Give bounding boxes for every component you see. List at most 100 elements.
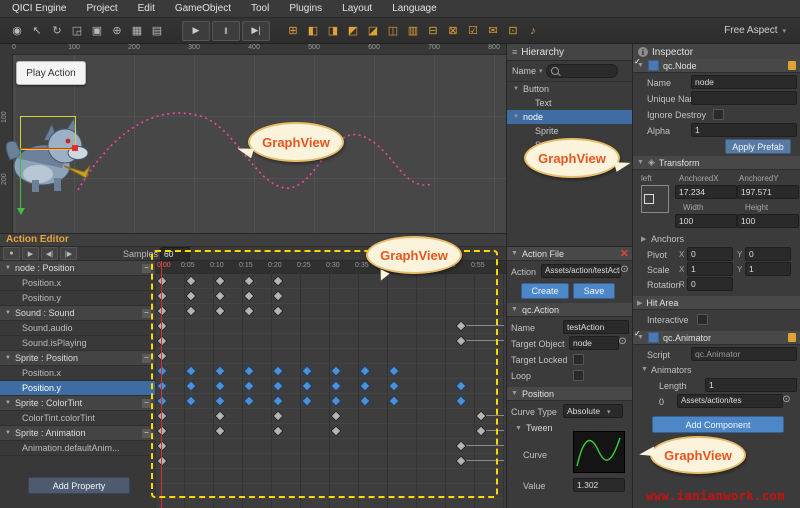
apply-prefab-button[interactable]: Apply Prefab [725, 139, 791, 154]
hit-area-header[interactable]: ▶ Hit Area [633, 296, 800, 310]
track-sprite-position[interactable]: ▼Sprite : Position− [0, 351, 155, 366]
object-picker-icon[interactable]: ⊙ [781, 394, 792, 405]
track-sound-sound[interactable]: ▼Sound : Sound− [0, 306, 155, 321]
search-input[interactable] [546, 64, 618, 78]
keyframe[interactable] [388, 380, 399, 391]
chevron-down-icon[interactable]: ▼ [641, 366, 648, 373]
pivot-y-field[interactable]: 0 [745, 247, 791, 261]
tween-header[interactable]: ▼ Tween [515, 423, 552, 433]
node-name-field[interactable]: node [691, 75, 797, 89]
debug-icon[interactable]: ⊡ [504, 22, 522, 40]
qc-animator-header[interactable]: ▼ qc.Animator [633, 331, 800, 345]
keyframe[interactable] [185, 395, 196, 406]
track-position-x[interactable]: Position.x [0, 276, 155, 291]
animators-label[interactable]: Animators [651, 364, 692, 376]
grid-icon[interactable]: ▦ [128, 22, 146, 40]
track-position-y[interactable]: Position.y [0, 381, 155, 396]
keyframe[interactable] [185, 365, 196, 376]
hierarchy-item-sprite[interactable]: Sprite [507, 124, 632, 138]
menu-item-language[interactable]: Language [382, 0, 447, 17]
chevron-down-icon[interactable]: ▾ [539, 67, 543, 75]
track-position-y[interactable]: Position.y [0, 291, 155, 306]
hierarchy-item-text[interactable]: Text [507, 96, 632, 110]
keyframe[interactable] [156, 350, 167, 361]
step-button[interactable]: ▶| [242, 21, 270, 41]
keyframe[interactable] [156, 380, 167, 391]
menu-item-layout[interactable]: Layout [332, 0, 382, 17]
target-locked-checkbox[interactable] [573, 354, 584, 365]
keyframe[interactable] [455, 455, 466, 466]
playhead[interactable] [161, 261, 162, 508]
samples-input[interactable]: 60 [160, 247, 190, 261]
keyframe[interactable] [330, 425, 341, 436]
animator-asset-field[interactable]: Assets/action/tes [677, 394, 783, 408]
hierarchy-item-node[interactable]: ▼node [507, 110, 632, 124]
track-animation-defaultanim[interactable]: Animation.defaultAnim... [0, 441, 155, 456]
distribute-v-icon[interactable]: ▥ [404, 22, 422, 40]
track-sound-audio[interactable]: Sound.audio [0, 321, 155, 336]
keyframe[interactable] [243, 305, 254, 316]
rotate-tool-icon[interactable]: ↻ [48, 22, 66, 40]
hierarchy-item-button[interactable]: ▼Button [507, 82, 632, 96]
keyframe[interactable] [214, 275, 225, 286]
visible-icon[interactable]: ☑ [464, 22, 482, 40]
prefab-icon[interactable] [788, 61, 796, 70]
keyframe[interactable] [272, 410, 283, 421]
add-property-button[interactable]: Add Property [28, 477, 130, 494]
keyframe[interactable] [475, 425, 486, 436]
pivot-x-field[interactable]: 0 [687, 247, 733, 261]
keyframe[interactable] [301, 380, 312, 391]
lock-icon[interactable]: ⊠ [444, 22, 462, 40]
remove-track-button[interactable]: − [142, 399, 151, 408]
anchored-y-field[interactable]: 197.571 [737, 185, 799, 199]
keyframe[interactable] [455, 380, 466, 391]
keyframe[interactable] [156, 455, 167, 466]
menu-item-tool[interactable]: Tool [241, 0, 279, 17]
timeline-tracks[interactable] [155, 273, 506, 508]
target-object-field[interactable]: node [569, 336, 619, 350]
close-icon[interactable]: ✕ [620, 247, 629, 260]
keyframe[interactable] [243, 290, 254, 301]
alpha-field[interactable]: 1 [691, 123, 797, 137]
remove-track-button[interactable]: − [142, 264, 151, 273]
scale-x-field[interactable]: 1 [687, 262, 733, 276]
keyframe[interactable] [185, 305, 196, 316]
keyframe[interactable] [272, 395, 283, 406]
menu-item-plugins[interactable]: Plugins [279, 0, 332, 17]
zoom-tool-icon[interactable]: ⊕ [108, 22, 126, 40]
keyframe[interactable] [388, 365, 399, 376]
record-icon[interactable]: ● [3, 247, 20, 260]
keyframe[interactable] [214, 410, 225, 421]
track-colortint-colortint[interactable]: ColorTint.colorTint [0, 411, 155, 426]
track-sprite-colortint[interactable]: ▼Sprite : ColorTint− [0, 396, 155, 411]
view-tool-icon[interactable]: ◉ [8, 22, 26, 40]
transform-header[interactable]: ▼ ◈ Transform [633, 156, 800, 170]
align-top-icon[interactable]: ◩ [344, 22, 362, 40]
keyframe[interactable] [388, 395, 399, 406]
menu-item-project[interactable]: Project [76, 0, 127, 17]
chevron-right-icon[interactable]: ▶ [641, 235, 646, 243]
scale-tool-icon[interactable]: ◲ [68, 22, 86, 40]
height-field[interactable]: 100 [737, 214, 799, 228]
keyframe[interactable] [214, 425, 225, 436]
remove-track-button[interactable]: − [142, 309, 151, 318]
keyframe[interactable] [301, 395, 312, 406]
menu-item-edit[interactable]: Edit [128, 0, 165, 17]
qc-action-header[interactable]: ▼ qc.Action [507, 303, 632, 317]
audio-icon[interactable]: ♪ [524, 22, 542, 40]
keyframe[interactable] [330, 380, 341, 391]
action-path-field[interactable]: Assets/action/testActio [541, 264, 621, 278]
keyframe[interactable] [156, 290, 167, 301]
next-key-icon[interactable]: |▶ [60, 247, 77, 260]
timeline[interactable]: 0:000:050:100:150:200:250:300:350:400:45… [155, 261, 506, 508]
keyframe[interactable] [214, 290, 225, 301]
menu-item-qici-engine[interactable]: QICI Engine [2, 0, 76, 17]
qc-node-header[interactable]: ▼ qc.Node [633, 59, 800, 73]
keyframe[interactable] [475, 410, 486, 421]
keyframe[interactable] [359, 365, 370, 376]
keyframe[interactable] [272, 380, 283, 391]
keyframe[interactable] [214, 380, 225, 391]
ignore-destroy-checkbox[interactable] [713, 109, 724, 120]
keyframe[interactable] [243, 380, 254, 391]
keyframe[interactable] [272, 305, 283, 316]
